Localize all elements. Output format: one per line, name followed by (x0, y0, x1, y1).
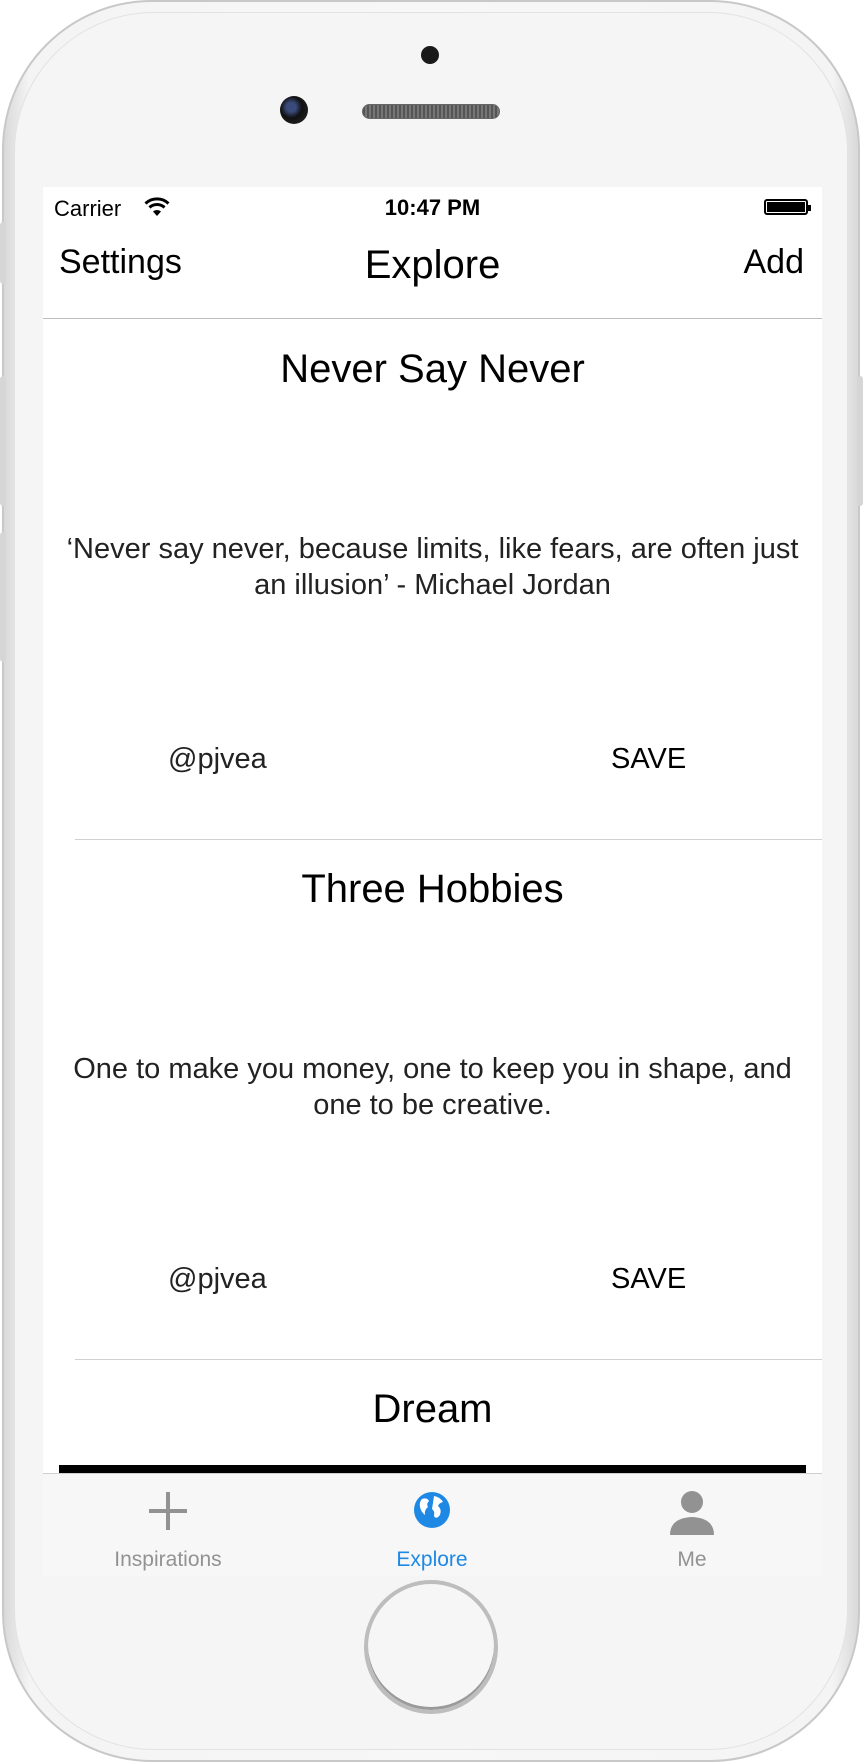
tab-explore[interactable]: Explore (332, 1474, 532, 1576)
power-button (857, 376, 863, 506)
card-save-button[interactable]: SAVE (611, 1263, 686, 1296)
explore-feed[interactable]: Never Say Never ‘Never say never, becaus… (43, 319, 822, 1473)
card-author-link[interactable]: @pjvea (168, 743, 267, 776)
tab-bar: Inspirations Explore Me (43, 1473, 822, 1576)
home-button[interactable] (364, 1580, 498, 1714)
card-quote: One to make you money, one to keep you i… (73, 1053, 792, 1121)
tab-label: Explore (396, 1548, 468, 1571)
front-camera (280, 96, 308, 124)
add-button[interactable]: Add (744, 243, 805, 282)
tab-me[interactable]: Me (592, 1474, 792, 1576)
sensor-dot (421, 46, 439, 64)
earpiece-speaker (362, 104, 500, 119)
plus-icon (147, 1490, 189, 1537)
status-time: 10:47 PM (384, 195, 481, 220)
volume-down-button (0, 532, 6, 662)
navigation-bar: Settings Explore Add (43, 227, 822, 319)
card-image-strip (59, 1465, 806, 1473)
card-title: Never Say Never (280, 347, 585, 391)
tab-inspirations[interactable]: Inspirations (68, 1474, 268, 1576)
volume-up-button (0, 376, 6, 506)
person-icon (668, 1490, 716, 1541)
inspiration-card: Never Say Never ‘Never say never, becaus… (43, 319, 822, 840)
inspiration-card: Three Hobbies One to make you money, one… (43, 839, 822, 1360)
app-screen: Carrier 10:47 PM Settings Explore Add Ne… (43, 187, 822, 1576)
tab-label: Me (677, 1548, 707, 1571)
tab-label: Inspirations (114, 1548, 222, 1571)
card-quote: ‘Never say never, because limits, like f… (66, 533, 799, 601)
status-bar: Carrier 10:47 PM (43, 187, 822, 227)
card-title: Three Hobbies (301, 867, 564, 911)
card-author-link[interactable]: @pjvea (168, 1263, 267, 1296)
card-title: Dream (372, 1387, 493, 1431)
card-save-button[interactable]: SAVE (611, 743, 686, 776)
mute-switch (0, 222, 6, 284)
globe-icon (412, 1490, 452, 1535)
settings-button[interactable]: Settings (59, 243, 182, 282)
battery-icon (764, 199, 811, 215)
inspiration-card: Dream (43, 1359, 822, 1473)
